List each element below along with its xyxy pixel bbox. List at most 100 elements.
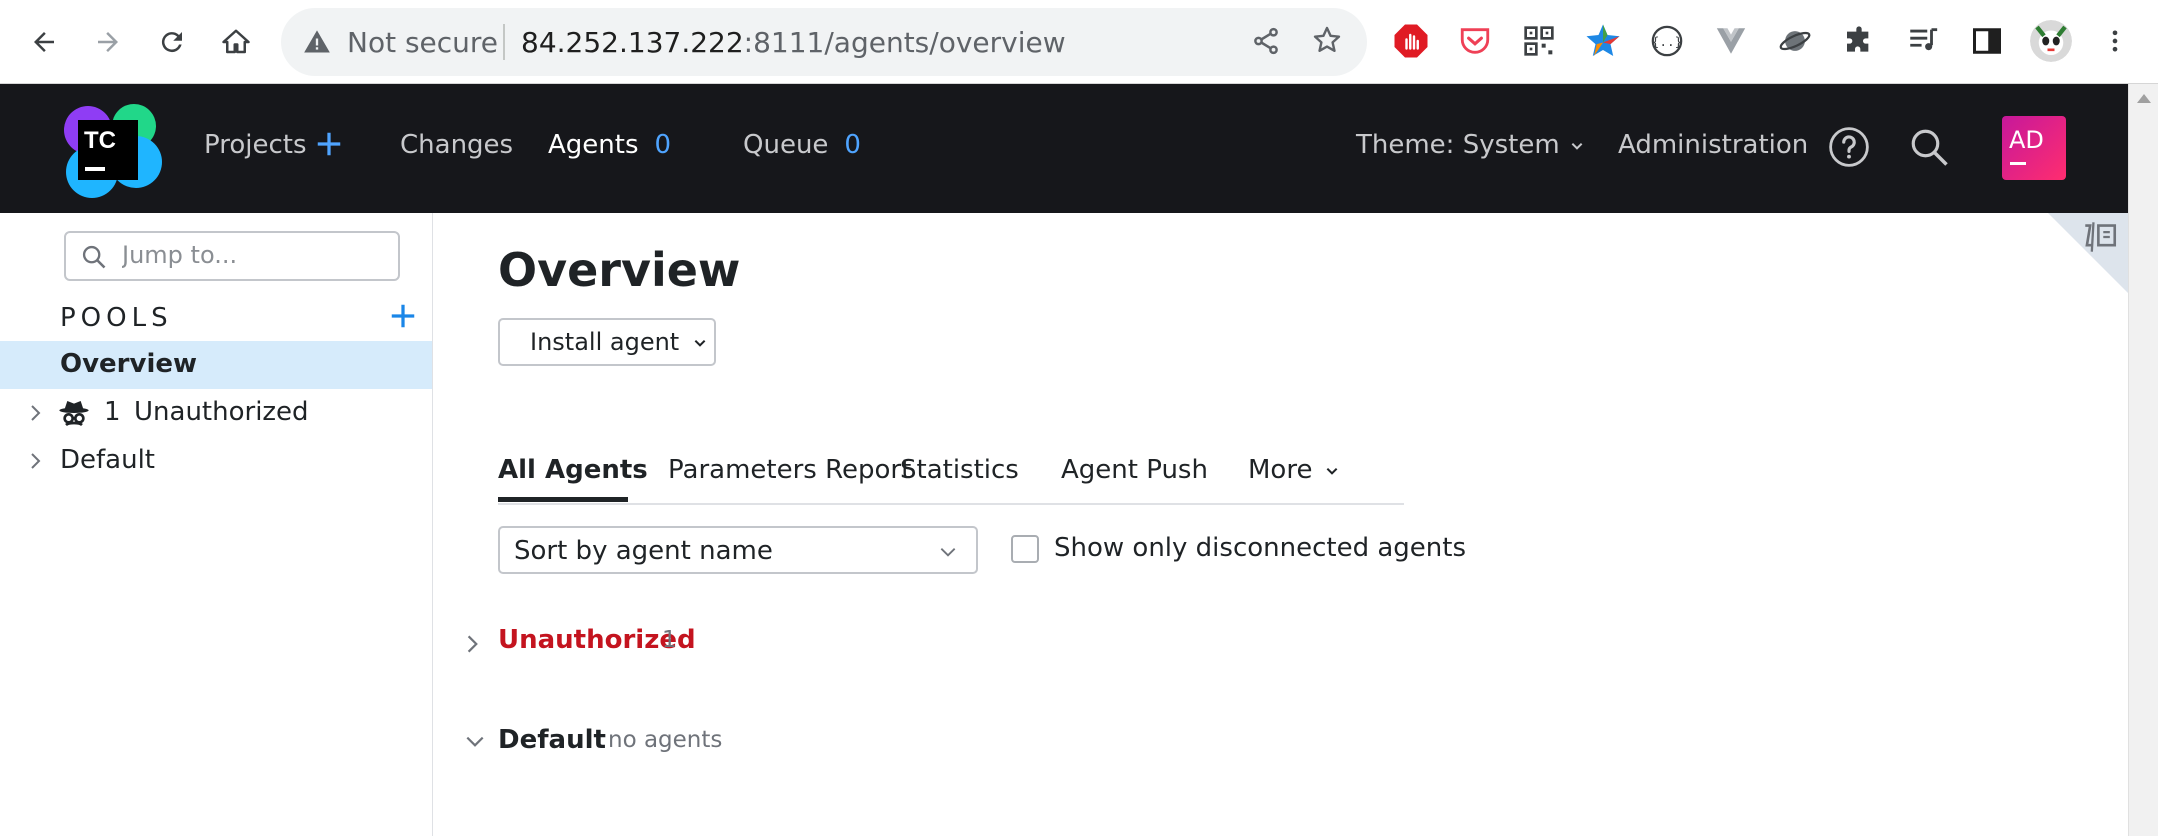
home-button[interactable]: [212, 18, 260, 66]
nav-agents-label: Agents: [548, 130, 639, 160]
disconnected-only-checkbox[interactable]: [1011, 535, 1039, 563]
tab-more[interactable]: More: [1248, 455, 1339, 485]
chevron-right-icon[interactable]: [464, 633, 482, 655]
vue-extension[interactable]: [1710, 20, 1752, 62]
adblock-extension[interactable]: [1390, 20, 1432, 62]
avatar-initials: AD: [2009, 126, 2044, 154]
tab-statistics[interactable]: Statistics: [900, 455, 1019, 485]
tab-agent-push[interactable]: Agent Push: [1061, 455, 1208, 485]
teamcity-logo-icon: TC: [64, 104, 162, 198]
planet-extension[interactable]: [1774, 20, 1816, 62]
colored-star-icon: [1586, 24, 1620, 56]
search-icon[interactable]: [1908, 126, 1950, 168]
browser-menu-button[interactable]: [2094, 20, 2136, 62]
chevron-right-icon[interactable]: [28, 403, 44, 423]
warning-icon: [304, 30, 330, 53]
json-extension[interactable]: {..}: [1646, 20, 1688, 62]
share-icon[interactable]: [1251, 26, 1281, 56]
url-host: 84.252.137.222: [521, 26, 744, 59]
help-icon[interactable]: [1828, 126, 1870, 168]
vue-logo-icon: [1716, 28, 1746, 54]
sidebar-item-overview[interactable]: Overview: [0, 341, 432, 389]
inspect-code-icon[interactable]: [2080, 219, 2120, 255]
tab-more-label: More: [1248, 455, 1313, 485]
nav-agents[interactable]: Agents 0: [548, 130, 671, 160]
kebab-menu-icon: [2112, 30, 2118, 52]
disconnected-only-label[interactable]: Show only disconnected agents: [1054, 533, 1466, 563]
group-count: 1: [662, 627, 677, 653]
side-panel-icon: [1973, 28, 2001, 54]
playlist-music-icon: [1910, 28, 1938, 51]
nav-administration[interactable]: Administration: [1618, 130, 1808, 160]
nav-projects[interactable]: Projects: [204, 130, 307, 160]
jump-to-field[interactable]: [64, 231, 400, 281]
sort-agents-select[interactable]: Sort by agent name: [498, 526, 978, 574]
add-project-plus-icon[interactable]: [314, 129, 344, 159]
agents-count-badge: 0: [654, 130, 672, 160]
address-divider: [503, 24, 505, 60]
planet-icon: [1779, 31, 1811, 51]
profile-avatar-button[interactable]: [2030, 20, 2072, 62]
reload-icon: [161, 32, 182, 53]
chevron-down-icon[interactable]: [464, 733, 486, 751]
chevron-down-icon: [940, 548, 956, 557]
sidebar-item-default[interactable]: Default: [0, 437, 432, 485]
chevron-down-icon: [694, 339, 706, 347]
add-pool-plus-icon[interactable]: [388, 301, 418, 331]
puzzle-icon: [1847, 26, 1869, 52]
pocket-icon: [1460, 28, 1490, 54]
pools-heading: POOLS: [60, 303, 173, 333]
scroll-up-arrow-icon[interactable]: [2137, 94, 2151, 103]
chevron-down-icon: [1571, 142, 1583, 150]
forward-button[interactable]: [84, 18, 132, 66]
qr-extension[interactable]: [1518, 20, 1560, 62]
spy-hat-icon: [59, 401, 89, 427]
sidebar-item-unauthorized[interactable]: 1 Unauthorized: [0, 389, 432, 437]
bookmark-star-icon[interactable]: [1311, 24, 1343, 56]
extensions-button[interactable]: [1838, 20, 1880, 62]
qr-code-icon: [1524, 26, 1554, 56]
sidebar-item-label: Overview: [60, 349, 198, 379]
back-arrow-icon: [34, 32, 54, 52]
nav-queue-label: Queue: [743, 130, 829, 160]
reload-button[interactable]: [148, 18, 196, 66]
logo-text: TC: [84, 127, 116, 154]
url-text[interactable]: 84.252.137.222:8111/agents/overview: [521, 26, 1066, 59]
sort-select-value: Sort by agent name: [514, 536, 773, 566]
nav-queue[interactable]: Queue 0: [743, 130, 861, 160]
pocket-extension[interactable]: [1454, 20, 1496, 62]
pools-sidebar: POOLS Overview 1 Unauthorized Default: [0, 213, 433, 836]
sidebar-item-label: Default: [60, 445, 155, 475]
browser-toolbar: Not secure 84.252.137.222:8111/agents/ov…: [0, 0, 2158, 84]
agents-tabs: All Agents Parameters Report Statistics …: [498, 443, 1404, 505]
page-scrollbar[interactable]: [2128, 84, 2158, 836]
search-icon: [82, 245, 106, 269]
color-star-extension[interactable]: [1582, 20, 1624, 62]
security-label[interactable]: Not secure: [347, 26, 498, 59]
forward-arrow-icon: [98, 32, 118, 52]
theme-switcher[interactable]: Theme: System: [1356, 130, 1584, 160]
main-content: Overview Install agent All Agents Parame…: [434, 213, 2128, 836]
user-avatar[interactable]: AD: [2002, 116, 2066, 180]
teamcity-logo[interactable]: TC: [58, 100, 164, 200]
page-title: Overview: [498, 243, 741, 297]
install-agent-label: Install agent: [530, 328, 680, 356]
stop-hand-icon: [1394, 24, 1428, 58]
media-control-button[interactable]: [1902, 20, 1944, 62]
theme-label: Theme: System: [1356, 130, 1560, 160]
teamcity-header: TC Projects Changes Agents 0 Queue 0 Theme…: [0, 84, 2128, 213]
tab-parameters-report[interactable]: Parameters Report: [668, 455, 911, 485]
side-panel-button[interactable]: [1966, 20, 2008, 62]
chevron-right-icon[interactable]: [28, 451, 44, 471]
braces-icon: {..}: [1652, 25, 1683, 57]
back-button[interactable]: [20, 18, 68, 66]
nav-changes[interactable]: Changes: [400, 130, 513, 160]
svg-text:{..}: {..}: [1652, 35, 1683, 50]
install-agent-button[interactable]: Install agent: [498, 318, 716, 366]
jump-to-input[interactable]: [122, 241, 392, 269]
tab-all-agents[interactable]: All Agents: [498, 455, 648, 485]
address-bar[interactable]: Not secure 84.252.137.222:8111/agents/ov…: [281, 8, 1367, 76]
home-icon: [222, 29, 250, 54]
group-name[interactable]: Default: [498, 725, 606, 755]
sidebar-item-label: Unauthorized: [134, 397, 309, 427]
